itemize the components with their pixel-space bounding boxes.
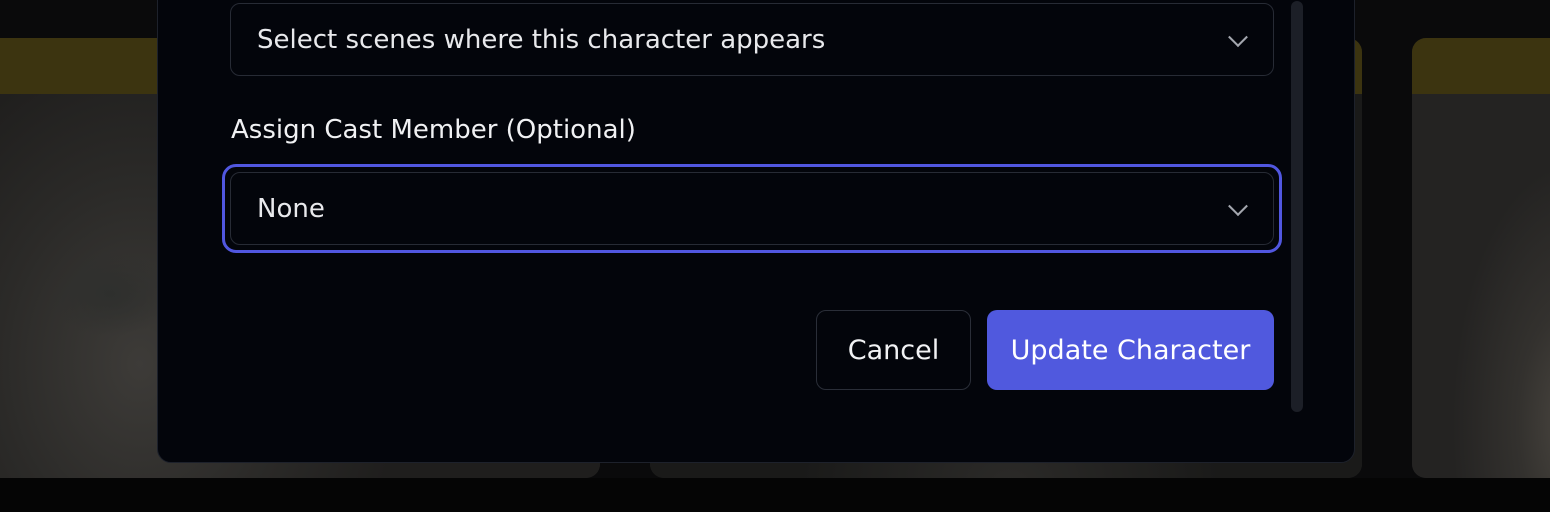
chevron-down-icon [1228, 26, 1248, 47]
cast-member-select[interactable]: None [230, 172, 1274, 245]
chevron-down-icon [1228, 195, 1248, 216]
cancel-button[interactable]: Cancel [816, 310, 971, 390]
cast-member-label: Assign Cast Member (Optional) [231, 115, 636, 145]
cast-member-select-value: None [257, 193, 325, 224]
modal-scrollbar[interactable] [1291, 1, 1303, 412]
scenes-select-placeholder: Select scenes where this character appea… [257, 24, 826, 55]
update-character-button[interactable]: Update Character [987, 310, 1274, 390]
app-stage: Select scenes where this character appea… [0, 0, 1550, 512]
scenes-select[interactable]: Select scenes where this character appea… [230, 3, 1274, 76]
